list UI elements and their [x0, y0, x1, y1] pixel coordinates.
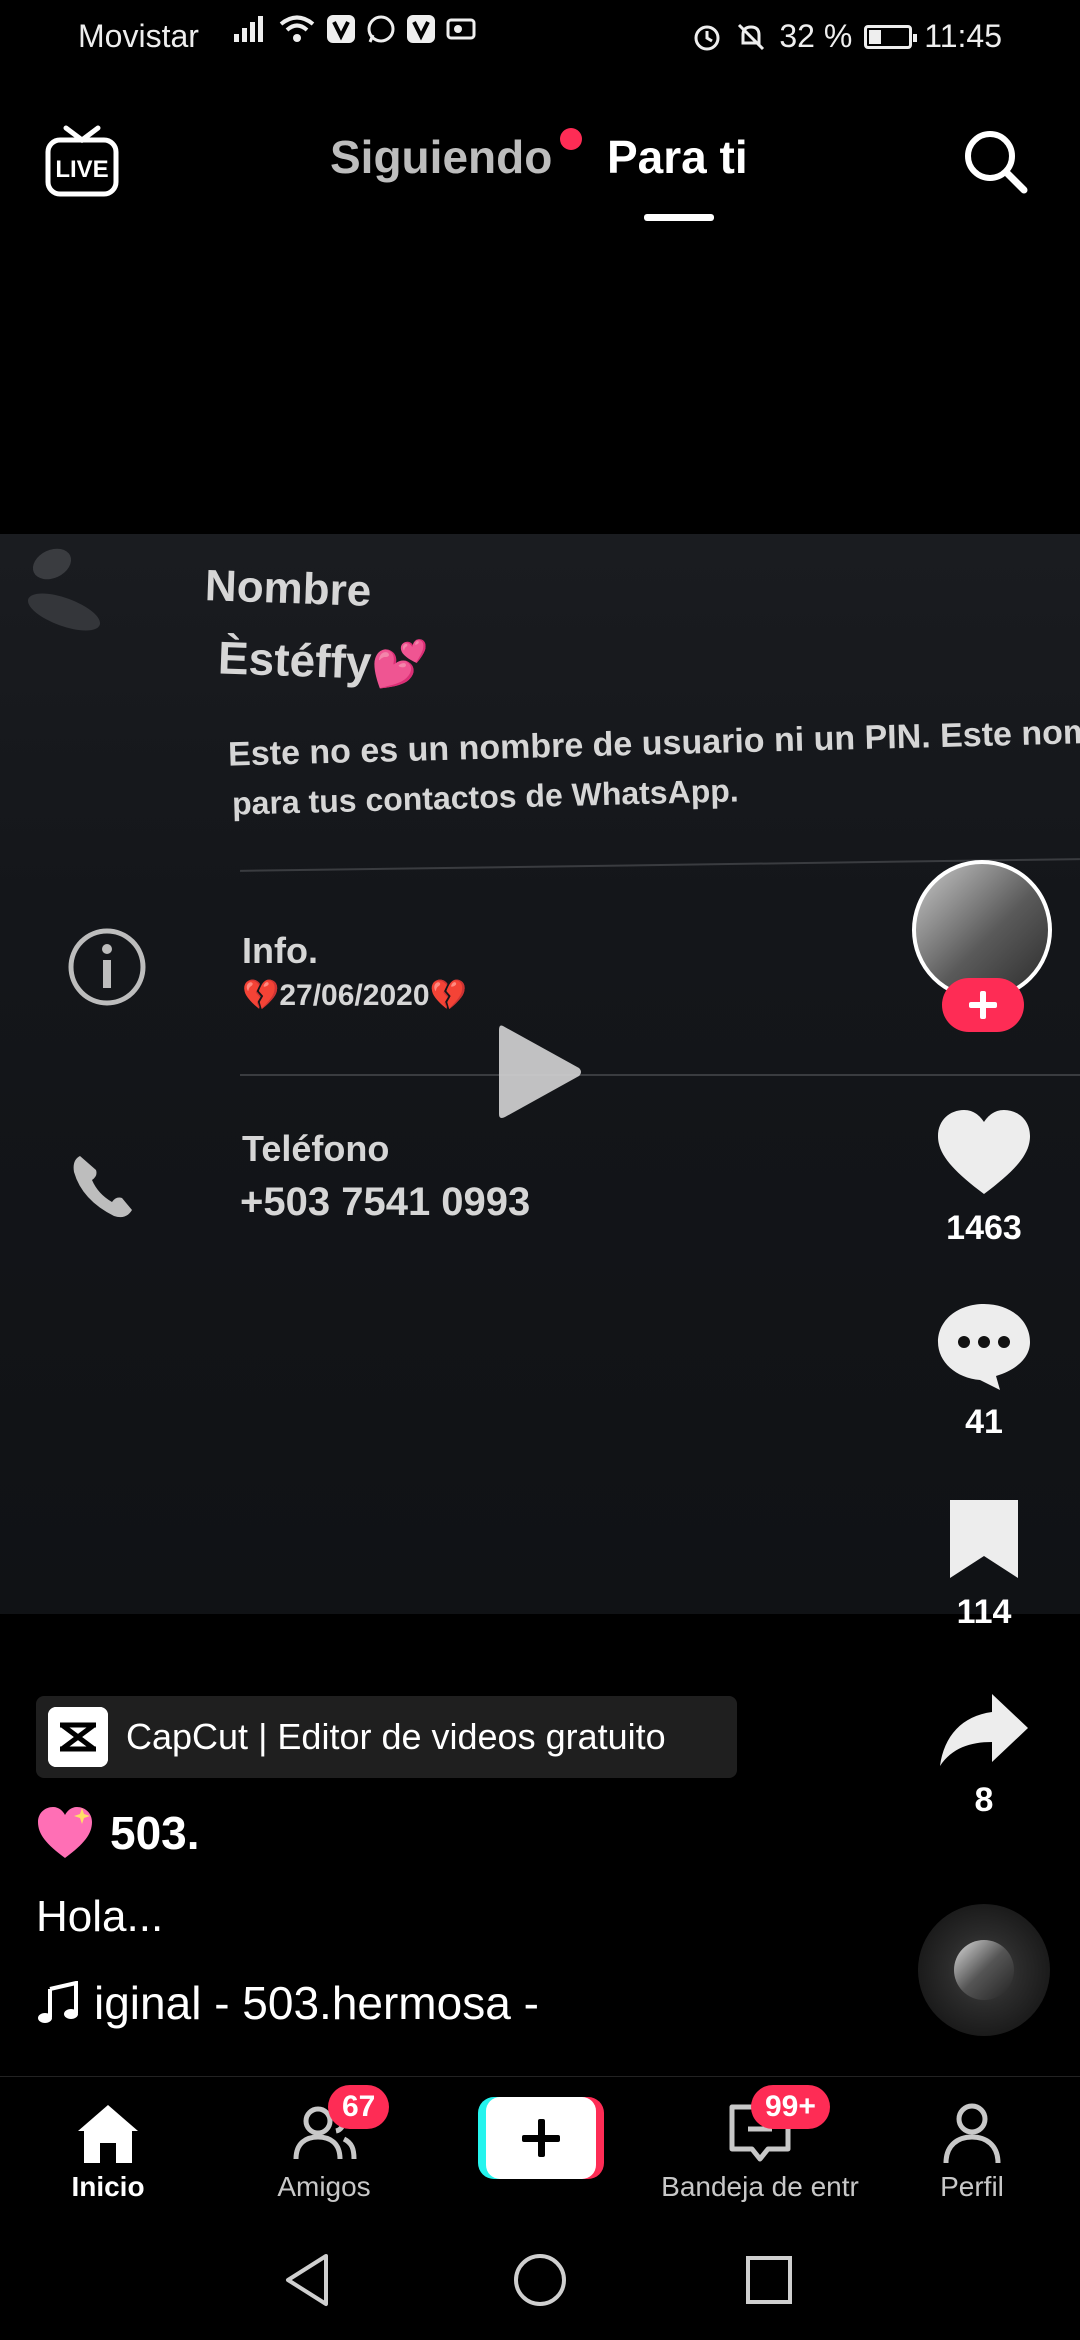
- contact-name-note-1: Este no es un nombre de usuario ni un PI…: [227, 712, 1080, 774]
- share-button[interactable]: 8: [910, 1690, 1058, 1820]
- sparkling-heart-icon: [38, 1807, 92, 1858]
- share-icon: [940, 1694, 1028, 1766]
- bottom-nav: Inicio Amigos 67 Bandeja de entr 99+ Per…: [0, 2076, 1080, 2215]
- wifi-icon: [279, 15, 315, 42]
- mute-bell-icon: [738, 23, 765, 50]
- search-icon[interactable]: [960, 126, 1032, 198]
- system-nav: [0, 2214, 1080, 2340]
- app-v-icon-2: [407, 15, 435, 43]
- whatsapp-icon: [367, 15, 395, 43]
- contact-avatar-icon: [27, 548, 101, 631]
- live-icon[interactable]: LIVE: [44, 124, 120, 200]
- recents-icon[interactable]: [744, 2252, 794, 2308]
- create-button[interactable]: [478, 2097, 604, 2179]
- contact-name-note-2: para tus contactos de WhatsApp.: [231, 772, 740, 822]
- nav-profile-label: Perfil: [940, 2171, 1004, 2202]
- sound-link[interactable]: iginal - 503.hermosa -: [36, 1976, 539, 2030]
- carrier-name: Movistar: [78, 18, 199, 54]
- info-icon: [68, 928, 146, 1006]
- bookmark-icon: [950, 1500, 1018, 1578]
- comment-icon: [938, 1304, 1030, 1390]
- contact-name-value: Èstéffy💕: [217, 631, 430, 691]
- home-icon: [78, 2105, 138, 2163]
- nav-friends-label: Amigos: [277, 2171, 371, 2202]
- like-button[interactable]: 1463: [910, 1108, 1058, 1248]
- profile-icon: [943, 2103, 1001, 2164]
- phone-icon: [73, 1156, 132, 1218]
- contact-info-value: 💔27/06/2020💔: [242, 979, 467, 1012]
- tab-for-you[interactable]: Para ti: [607, 130, 748, 184]
- nav-home[interactable]: Inicio: [8, 2077, 208, 2203]
- status-icons: [232, 14, 476, 44]
- status-bar: Movistar 32 % 11:45: [0, 0, 1080, 80]
- clock: 11:45: [924, 18, 1002, 54]
- top-nav: LIVE Siguiendo Para ti: [0, 110, 1080, 230]
- battery-percent: 32 %: [779, 18, 853, 54]
- status-right: 32 % 11:45: [691, 18, 1002, 55]
- creator-username[interactable]: 503.: [36, 1804, 200, 1862]
- divider: [240, 1074, 1080, 1076]
- back-icon[interactable]: [282, 2252, 332, 2308]
- alarm-icon: [694, 25, 720, 50]
- capcut-label: CapCut | Editor de videos gratuito: [126, 1716, 666, 1757]
- nav-inbox-label: Bandeja de entr: [661, 2171, 859, 2202]
- save-count: 114: [956, 1593, 1012, 1631]
- active-tab-indicator: [644, 214, 714, 221]
- post-caption: Hola...: [36, 1892, 164, 1941]
- nav-friends[interactable]: Amigos 67: [224, 2077, 424, 2203]
- contact-info-label: Info.: [242, 930, 318, 971]
- signal-icon: [234, 16, 263, 42]
- contact-phone-value: +503 7541 0993: [240, 1180, 531, 1224]
- comment-button[interactable]: 41: [910, 1300, 1058, 1442]
- sound-label: iginal - 503.hermosa -: [94, 1977, 539, 2029]
- comment-count: 41: [965, 1403, 1003, 1441]
- capcut-logo-icon: [48, 1707, 108, 1767]
- battery-icon: [864, 24, 918, 49]
- play-icon[interactable]: [497, 1020, 583, 1124]
- music-disc[interactable]: [918, 1904, 1050, 2036]
- plus-icon: [486, 2097, 596, 2179]
- capcut-anchor[interactable]: CapCut | Editor de videos gratuito: [36, 1696, 737, 1778]
- friends-badge: 67: [328, 2085, 390, 2129]
- home-circle-icon[interactable]: [512, 2252, 568, 2308]
- app-v-icon: [327, 15, 355, 43]
- save-button[interactable]: 114: [910, 1496, 1058, 1632]
- nav-inbox[interactable]: Bandeja de entr 99+: [645, 2077, 875, 2203]
- music-note-icon: [38, 1981, 78, 2023]
- like-count: 1463: [946, 1209, 1022, 1247]
- live-label: LIVE: [55, 156, 108, 183]
- nav-home-label: Inicio: [71, 2171, 145, 2202]
- follow-button[interactable]: [942, 978, 1024, 1032]
- contact-phone-label: Teléfono: [242, 1128, 390, 1169]
- inbox-badge: 99+: [751, 2085, 830, 2129]
- heart-icon: [938, 1110, 1030, 1194]
- vpn-icon: [446, 18, 476, 40]
- tab-following[interactable]: Siguiendo: [330, 130, 552, 184]
- username-label: 503.: [110, 1807, 200, 1859]
- share-count: 8: [974, 1781, 994, 1819]
- contact-name-label: Nombre: [204, 561, 373, 616]
- notification-dot: [560, 128, 582, 150]
- nav-profile[interactable]: Perfil: [872, 2077, 1072, 2203]
